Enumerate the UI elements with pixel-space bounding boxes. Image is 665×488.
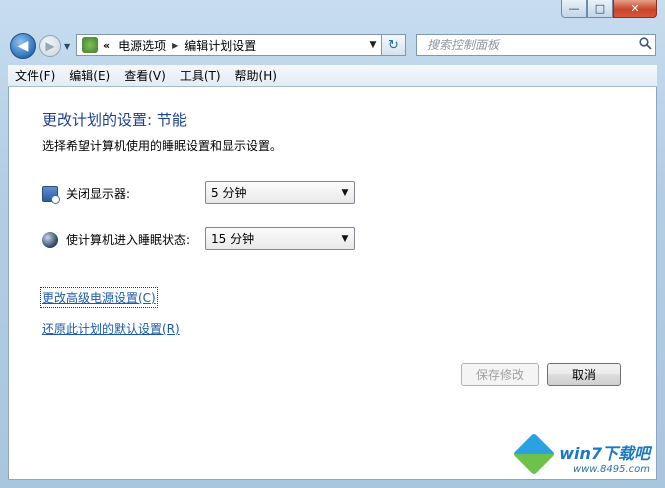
setting-row-sleep: 使计算机进入睡眠状态:: [42, 231, 190, 248]
page-subtitle: 选择希望计算机使用的睡眠设置和显示设置。: [42, 139, 283, 153]
cancel-button[interactable]: 取消: [547, 363, 621, 386]
advanced-power-settings-link[interactable]: 更改高级电源设置(C): [40, 287, 158, 308]
restore-defaults-link[interactable]: 还原此计划的默认设置(R): [42, 320, 180, 337]
search-icon[interactable]: [635, 36, 655, 54]
display-off-value: 5 分钟: [211, 186, 247, 200]
monitor-power-icon: [42, 185, 60, 204]
control-panel-icon: [82, 37, 98, 53]
address-dropdown-icon[interactable]: ▼: [365, 35, 381, 55]
close-button[interactable]: ✕: [613, 0, 657, 18]
watermark-brand: win7下载吧: [559, 444, 650, 463]
menu-edit[interactable]: 编辑(E): [62, 67, 117, 84]
display-off-label: 关闭显示器:: [66, 187, 131, 201]
forward-button[interactable]: ▶: [39, 35, 61, 57]
menu-help[interactable]: 帮助(H): [228, 67, 284, 84]
breadcrumb-separator-icon[interactable]: ▶: [170, 41, 180, 50]
sleep-value: 15 分钟: [211, 232, 255, 246]
watermark: win7下载吧 www.8495.com: [512, 432, 650, 476]
windows-logo-icon: [512, 432, 556, 476]
recent-pages-dropdown[interactable]: ▼: [64, 42, 70, 51]
window-frame: — □ ✕ ◀ ▶ ▼ « 电源选项 ▶ 编辑计划设置 ▼ ↻ 文件(F) 编辑…: [0, 0, 665, 488]
search-input[interactable]: [425, 37, 635, 53]
save-changes-button[interactable]: 保存修改: [461, 363, 539, 386]
content-pane: 更改计划的设置: 节能 选择希望计算机使用的睡眠设置和显示设置。 关闭显示器: …: [8, 87, 657, 480]
minimize-button[interactable]: —: [561, 0, 587, 18]
refresh-button[interactable]: ↻: [382, 34, 406, 56]
sleep-select[interactable]: 15 分钟 ▼: [205, 227, 355, 250]
search-box[interactable]: [416, 34, 656, 56]
sleep-moon-icon: [42, 231, 58, 248]
breadcrumb-edit-plan-settings[interactable]: 编辑计划设置: [180, 37, 260, 54]
page-title: 更改计划的设置: 节能: [42, 111, 187, 129]
chevron-down-icon: ▼: [341, 233, 349, 244]
breadcrumb-power-options[interactable]: 电源选项: [114, 37, 170, 54]
maximize-button[interactable]: □: [587, 0, 613, 18]
setting-row-display: 关闭显示器:: [42, 185, 131, 204]
watermark-url: www.8495.com: [572, 464, 650, 475]
address-overflow-chevron[interactable]: «: [101, 39, 114, 52]
back-button[interactable]: ◀: [10, 33, 36, 59]
menu-bar: 文件(F) 编辑(E) 查看(V) 工具(T) 帮助(H): [8, 65, 657, 87]
menu-tools[interactable]: 工具(T): [173, 67, 228, 84]
menu-file[interactable]: 文件(F): [8, 67, 62, 84]
chevron-down-icon: ▼: [341, 187, 349, 198]
menu-view[interactable]: 查看(V): [117, 67, 173, 84]
display-off-select[interactable]: 5 分钟 ▼: [205, 181, 355, 204]
address-bar[interactable]: « 电源选项 ▶ 编辑计划设置 ▼: [76, 34, 382, 56]
sleep-label: 使计算机进入睡眠状态:: [66, 233, 191, 247]
caption-buttons: — □ ✕: [561, 0, 657, 18]
